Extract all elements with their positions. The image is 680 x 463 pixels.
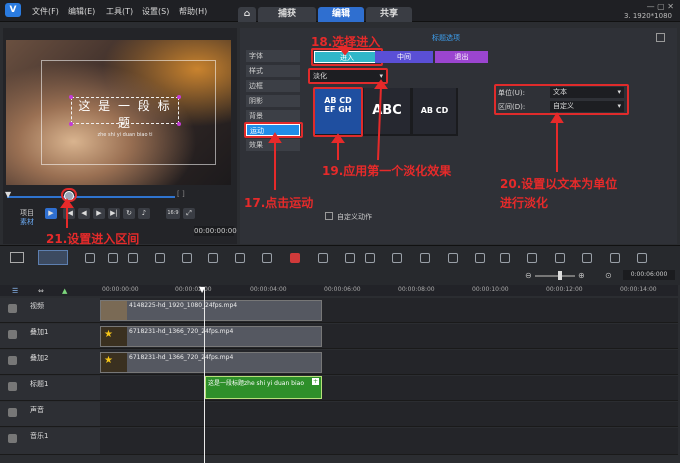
annotation-step-19: 19.应用第一个淡化效果 bbox=[322, 164, 452, 178]
multicam-icon[interactable] bbox=[448, 253, 458, 263]
color-icon[interactable] bbox=[365, 253, 375, 263]
subtitle-icon[interactable] bbox=[208, 253, 218, 263]
ruler-tick: 00:00:00:00 bbox=[102, 286, 139, 293]
track-header-overlay1[interactable]: 叠加1 bbox=[0, 324, 100, 349]
cut-icon[interactable] bbox=[108, 253, 118, 263]
ruler-tick: 00:00:12:00 bbox=[546, 286, 583, 293]
record-icon[interactable] bbox=[290, 253, 300, 263]
clip-expand-icon[interactable]: + bbox=[312, 378, 319, 385]
title-track-icon bbox=[8, 382, 17, 391]
annotation-step-20-line2: 进行淡化 bbox=[500, 196, 549, 210]
ruler-tick: 00:00:14:00 bbox=[620, 286, 657, 293]
track-name: 声音 bbox=[30, 406, 44, 414]
track-header-overlay2[interactable]: 叠加2 bbox=[0, 350, 100, 375]
star-icon: ★ bbox=[104, 355, 113, 366]
project-duration[interactable]: 0:00:06:000 bbox=[623, 270, 675, 280]
overlay-track-icon bbox=[8, 330, 17, 339]
clip-name: 6718231-hd_1366_720_24fps.mp4 bbox=[129, 354, 234, 361]
clip-name: 6718231-hd_1366_720_24fps.mp4 bbox=[129, 328, 234, 335]
fit-timeline-icon[interactable]: ⊙ bbox=[605, 271, 612, 280]
title-icon[interactable] bbox=[527, 253, 537, 263]
track-header-music[interactable]: 音乐1 bbox=[0, 428, 100, 455]
redo-icon[interactable] bbox=[155, 253, 165, 263]
overlay-track-icon bbox=[8, 356, 17, 365]
track-name: 视频 bbox=[30, 302, 44, 310]
settings-icon[interactable] bbox=[637, 253, 647, 263]
ripple-icon[interactable] bbox=[262, 253, 272, 263]
clip-overlay1[interactable]: ★ 6718231-hd_1366_720_24fps.mp4 bbox=[100, 326, 322, 347]
track-manager-icon[interactable] bbox=[85, 253, 95, 263]
zoom-slider-handle[interactable] bbox=[558, 271, 562, 280]
lane-voice[interactable] bbox=[100, 402, 678, 427]
clip-overlay2[interactable]: ★ 6718231-hd_1366_720_24fps.mp4 bbox=[100, 352, 322, 373]
annotation-step-17: 17.点击运动 bbox=[244, 196, 314, 210]
track-name: 音乐1 bbox=[30, 432, 49, 440]
clip-video[interactable]: 4148225-hd_1920_1080_24fps.mp4 bbox=[100, 300, 322, 321]
track-header-video[interactable]: 视频 bbox=[0, 298, 100, 323]
storyboard-view-icon[interactable] bbox=[10, 252, 24, 263]
clip-thumbnail bbox=[101, 301, 127, 320]
timeline-view-icon[interactable] bbox=[38, 250, 68, 265]
speed-icon[interactable] bbox=[610, 253, 620, 263]
ripple-edit-icon[interactable]: ⇔ bbox=[38, 287, 44, 295]
ruler-tick: 00:00:06:00 bbox=[324, 286, 361, 293]
playhead-line[interactable] bbox=[204, 288, 205, 463]
timeline-ruler[interactable]: 00:00:00:00 00:00:02:00 00:00:04:00 00:0… bbox=[100, 285, 678, 296]
video-track-icon bbox=[8, 304, 17, 313]
zoom-fit-icon[interactable] bbox=[555, 253, 565, 263]
star-icon: ★ bbox=[104, 329, 113, 340]
add-track-icon[interactable]: ▲ bbox=[62, 287, 67, 295]
mixer-icon[interactable] bbox=[420, 253, 430, 263]
motion-track-icon[interactable] bbox=[318, 253, 328, 263]
clip-name: 4148225-hd_1920_1080_24fps.mp4 bbox=[129, 302, 238, 309]
track-name: 标题1 bbox=[30, 380, 49, 388]
track-header-title[interactable]: 标题1 bbox=[0, 376, 100, 401]
ruler-tick: 00:00:04:00 bbox=[250, 286, 287, 293]
clip-name: 这是一段标题zhe shi yi duan biao bbox=[208, 380, 305, 387]
track-header-voice[interactable]: 声音 bbox=[0, 402, 100, 427]
split-icon[interactable] bbox=[182, 253, 192, 263]
grid-icon[interactable] bbox=[582, 253, 592, 263]
track-view-icon[interactable]: ☰ bbox=[12, 287, 18, 295]
zoom-in-icon[interactable]: ⊕ bbox=[578, 271, 585, 280]
music-track-icon bbox=[8, 434, 17, 443]
annotation-step-18: 18.选择进入 bbox=[311, 35, 381, 49]
audio-icon[interactable] bbox=[392, 253, 402, 263]
ruler-tick: 00:00:02:00 bbox=[175, 286, 212, 293]
zoom-slider[interactable] bbox=[535, 275, 575, 277]
fit-icon[interactable] bbox=[235, 253, 245, 263]
track-name: 叠加1 bbox=[30, 328, 49, 336]
annotation-step-20-line1: 20.设置以文本为单位 bbox=[500, 177, 618, 191]
ruler-tick: 00:00:10:00 bbox=[472, 286, 509, 293]
lane-music[interactable] bbox=[100, 428, 678, 455]
zoom-out-icon[interactable]: ⊖ bbox=[525, 271, 532, 280]
undo-icon[interactable] bbox=[128, 253, 138, 263]
tracking-icon[interactable] bbox=[475, 253, 485, 263]
track-name: 叠加2 bbox=[30, 354, 49, 362]
ruler-tick: 00:00:08:00 bbox=[398, 286, 435, 293]
voice-track-icon bbox=[8, 408, 17, 417]
mask-icon[interactable] bbox=[345, 253, 355, 263]
playhead-marker[interactable]: ▼ bbox=[199, 285, 205, 294]
split-screen-icon[interactable] bbox=[500, 253, 510, 263]
lane-title[interactable] bbox=[100, 376, 678, 401]
clip-title[interactable]: 这是一段标题zhe shi yi duan biao + bbox=[205, 376, 322, 399]
